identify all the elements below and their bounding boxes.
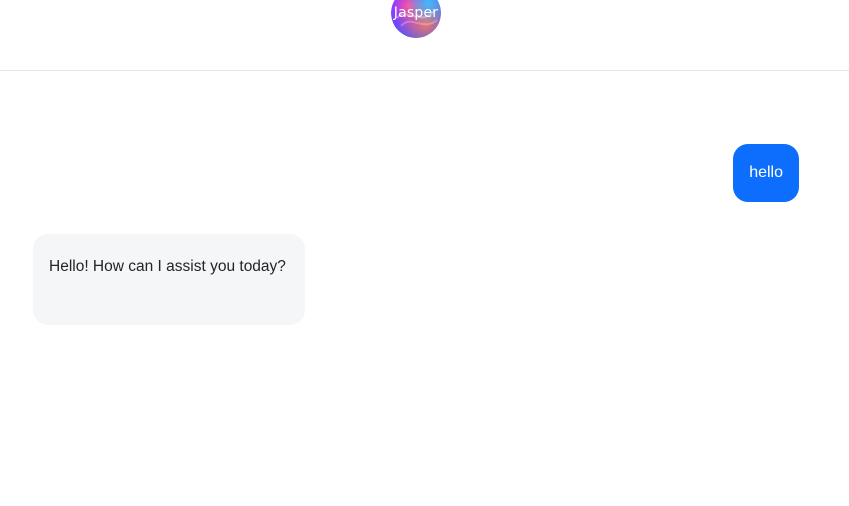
chat-thread: hello Hello! How can I assist you today? [0, 72, 849, 506]
jasper-logo-icon: Jasper [391, 0, 441, 38]
assistant-message: Hello! How can I assist you today? [33, 234, 305, 325]
app-header: Jasper [0, 0, 849, 71]
chat-app: Jasper hello Hello! How can I assist you… [0, 0, 849, 506]
logo-text: Jasper [393, 5, 439, 21]
user-message: hello [733, 144, 799, 202]
